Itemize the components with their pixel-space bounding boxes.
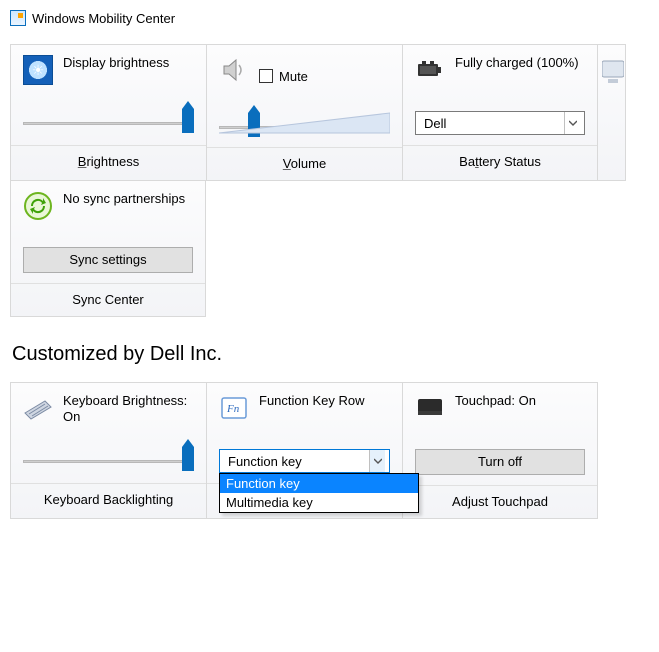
brightness-footer: Brightness [11,145,206,178]
keyboard-icon [23,393,53,423]
mute-checkbox[interactable]: Mute [259,55,308,97]
chevron-down-icon [369,450,385,472]
tile-brightness: Display brightness Brightness [10,44,206,181]
sync-icon [23,191,53,221]
tiles-row-3: Keyboard Brightness: On Keyboard Backlig… [10,382,655,519]
svg-text:Fn: Fn [226,403,240,415]
function-key-select[interactable]: Function key Function key Multimedia key [219,449,390,473]
tile-sync: No sync partnerships Sync settings Sync … [10,181,206,317]
function-key-label: Function Key Row [259,393,365,435]
tiles-row-2: No sync partnerships Sync settings Sync … [10,181,655,317]
function-key-value: Function key [228,454,302,469]
tiles-row-1: Display brightness Brightness Mute [10,44,655,181]
window-title: Windows Mobility Center [32,11,175,26]
tile-battery: Fully charged (100%) Dell Battery Status [402,44,598,181]
fn-key-icon: Fn [219,393,249,423]
brightness-icon [23,55,53,85]
display-icon [602,57,624,87]
chevron-down-icon [564,112,580,134]
sync-settings-button[interactable]: Sync settings [23,247,193,273]
checkbox-box [259,69,273,83]
option-multimedia-key[interactable]: Multimedia key [220,493,418,512]
volume-footer: Volume [207,147,402,180]
volume-slider[interactable] [219,117,390,137]
tile-touchpad: Touchpad: On Turn off Adjust Touchpad [402,382,598,519]
touchpad-icon [415,393,445,423]
keyboard-backlight-label: Keyboard Brightness: On [63,393,194,435]
battery-icon [415,55,445,85]
power-plan-select[interactable]: Dell [415,111,585,135]
tile-volume: Mute Volume [206,44,402,181]
section-customized: Customized by Dell Inc. [12,343,655,366]
titlebar: Windows Mobility Center [10,10,655,26]
sync-label: No sync partnerships [63,191,185,233]
touchpad-footer: Adjust Touchpad [403,485,597,518]
speaker-icon [219,55,249,85]
sync-footer: Sync Center [11,283,205,316]
touchpad-turn-off-button[interactable]: Turn off [415,449,585,475]
battery-footer: Battery Status [403,145,597,178]
battery-label: Fully charged (100%) [455,55,579,97]
option-function-key[interactable]: Function key [220,474,418,493]
keyboard-backlight-footer: Keyboard Backlighting [11,483,206,516]
touchpad-label: Touchpad: On [455,393,536,435]
tile-keyboard-backlight: Keyboard Brightness: On Keyboard Backlig… [10,382,206,519]
brightness-slider[interactable] [23,113,194,133]
tile-cutoff [598,44,626,181]
function-key-dropdown: Function key Multimedia key [219,473,419,513]
app-icon [10,10,26,26]
keyboard-backlight-slider[interactable] [23,451,194,471]
tile-function-key-row: Fn Function Key Row Function key Functio… [206,382,402,519]
power-plan-value: Dell [424,116,446,131]
mute-label: Mute [279,69,308,84]
brightness-label: Display brightness [63,55,169,97]
